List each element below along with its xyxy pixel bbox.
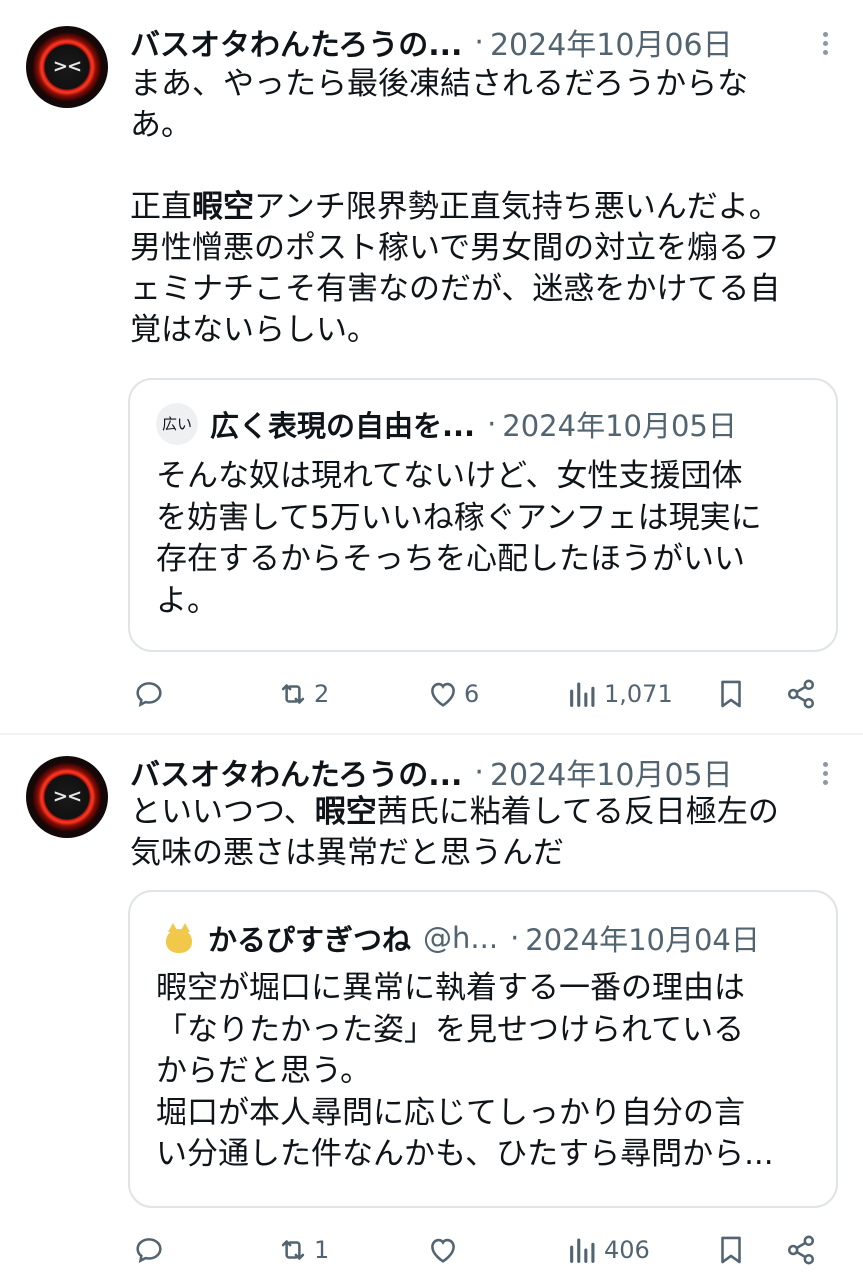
share-icon (787, 679, 815, 709)
post-date[interactable]: 2024年10月05日 (490, 750, 733, 794)
share-icon (787, 1235, 815, 1265)
text-line: 気味の悪さは異常だと思うんだ (130, 835, 564, 871)
text-line: 存在するからそっちを心配したほうがいい (156, 541, 745, 577)
views-icon (570, 1238, 595, 1263)
like-button[interactable]: 6 (426, 674, 479, 714)
share-button[interactable] (784, 674, 818, 714)
quote-author-handle: @h... (423, 921, 499, 955)
bookmark-icon (721, 680, 741, 708)
text-fragment: アンチ限界勢正直気持ち悪いんだよ。 (254, 189, 780, 225)
quote-avatar (156, 917, 198, 959)
highlighted-keyword: 暇空 (192, 189, 254, 225)
like-button[interactable] (426, 1230, 464, 1270)
text-line: 男性憎悪のポスト稼いで男女間の対立を煽るフ (130, 230, 781, 266)
post-header: バスオタわんたろうの... · 2024年10月05日 (130, 750, 733, 794)
repost-count: 2 (314, 680, 330, 708)
text-fragment: 正直 (130, 189, 192, 225)
avatar[interactable]: >< (26, 756, 108, 838)
text-fragment: 茜氏に粘着してる反日極左の (376, 794, 779, 830)
post-header: バスオタわんたろうの... · 2024年10月06日 (130, 20, 733, 64)
avatar-face: >< (52, 786, 82, 807)
view-count: 1,071 (604, 680, 673, 708)
like-count: 6 (464, 680, 480, 708)
more-icon[interactable] (815, 28, 835, 58)
like-icon (431, 682, 455, 707)
text-line: まあ、やったら最後凍結されるだろうからな (130, 66, 749, 102)
text-line: あ。 (130, 107, 192, 143)
post-text: まあ、やったら最後凍結されるだろうからな あ。 正直暇空アンチ限界勢正直気持ち悪… (130, 64, 835, 351)
post[interactable]: >< バスオタわんたろうの... · 2024年10月06日 まあ、やったら最後… (0, 0, 863, 734)
quote-author-name: 広く表現の自由を... (210, 409, 476, 443)
views-button[interactable]: 1,071 (566, 674, 673, 714)
separator-dot: · (474, 754, 484, 790)
text-line: 覚はないらしい。 (130, 312, 378, 348)
author-name[interactable]: バスオタわんたろうの... (130, 20, 462, 64)
separator-dot: · (510, 921, 520, 955)
action-bar: 1 406 (130, 1230, 830, 1270)
separator-dot: · (487, 407, 497, 441)
text-line: そんな奴は現れてないけど、女性支援団体 (156, 458, 743, 494)
reply-button[interactable] (132, 1230, 166, 1270)
repost-button[interactable]: 1 (276, 1230, 329, 1270)
separator-dot: · (474, 24, 484, 60)
text-line: 「なりたかった姿」を見せつけられている (156, 1011, 745, 1048)
quote-text: そんな奴は現れてないけど、女性支援団体 を妨害して5万いいね稼ぐアンフェは現実に… (156, 456, 816, 622)
more-icon[interactable] (815, 758, 835, 788)
post-date[interactable]: 2024年10月06日 (490, 20, 733, 64)
like-icon (431, 1238, 455, 1263)
text-line: 暇空が堀口に異常に執着する一番の理由は (156, 970, 745, 1006)
avatar[interactable]: >< (26, 26, 108, 108)
text-line: 正直暇空アンチ限界勢正直気持ち悪いんだよ。 (130, 187, 835, 228)
post-text: といいつつ、暇空茜氏に粘着してる反日極左の 気味の悪さは異常だと思うんだ (130, 792, 835, 874)
reply-button[interactable] (132, 674, 166, 714)
quoted-post[interactable]: かるぴすぎつね @h... · 2024年10月04日 暇空が堀口に異常に執着す… (128, 890, 838, 1208)
quote-date: 2024年10月05日 (502, 409, 737, 443)
quote-header: かるぴすぎつね @h... · 2024年10月04日 (156, 917, 760, 959)
post[interactable]: >< バスオタわんたろうの... · 2024年10月05日 といいつつ、暇空茜… (0, 736, 863, 1280)
reply-icon (136, 1238, 162, 1263)
quote-header: 広い 広く表現の自由を... · 2024年10月05日 (156, 403, 737, 445)
repost-count: 1 (314, 1236, 330, 1264)
quote-author-name: かるぴすぎつね (208, 923, 412, 957)
avatar-face: >< (52, 56, 82, 77)
text-line: 堀口が本人尋問に応じてしっかり自分の言 (156, 1094, 745, 1131)
highlighted-keyword: 暇空 (314, 794, 377, 830)
text-line: を妨害して5万いいね稼ぐアンフェは現実に (156, 499, 762, 536)
action-bar: 2 6 1,071 (130, 674, 830, 714)
view-count: 406 (604, 1236, 650, 1264)
quote-date: 2024年10月04日 (525, 923, 760, 957)
text-line: い分通した件なんかも、ひたすら尋問から... (156, 1136, 774, 1172)
text-line: よ。 (156, 582, 218, 619)
quote-text: 暇空が堀口に異常に執着する一番の理由は 「なりたかった姿」を見せつけられている … (156, 968, 816, 1176)
reply-icon (136, 682, 162, 707)
bookmark-button[interactable] (714, 674, 748, 714)
repost-button[interactable]: 2 (276, 674, 329, 714)
quoted-post[interactable]: 広い 広く表現の自由を... · 2024年10月05日 そんな奴は現れてないけ… (128, 378, 838, 652)
text-line: といいつつ、暇空茜氏に粘着してる反日極左の (130, 792, 835, 833)
views-icon (570, 682, 595, 707)
share-button[interactable] (784, 1230, 818, 1270)
repost-icon (281, 684, 305, 704)
text-line: からだと思う。 (156, 1053, 372, 1089)
text-fragment: といいつつ、 (130, 794, 315, 830)
views-button[interactable]: 406 (566, 1230, 650, 1270)
bookmark-button[interactable] (714, 1230, 748, 1270)
author-name[interactable]: バスオタわんたろうの... (130, 750, 462, 794)
repost-icon (281, 1240, 305, 1260)
text-line: ェミナチこそ有害なのだが、迷惑をかけてる自 (130, 271, 781, 307)
bookmark-icon (721, 1236, 741, 1264)
quote-avatar: 広い (156, 403, 198, 445)
post-divider (0, 733, 863, 735)
